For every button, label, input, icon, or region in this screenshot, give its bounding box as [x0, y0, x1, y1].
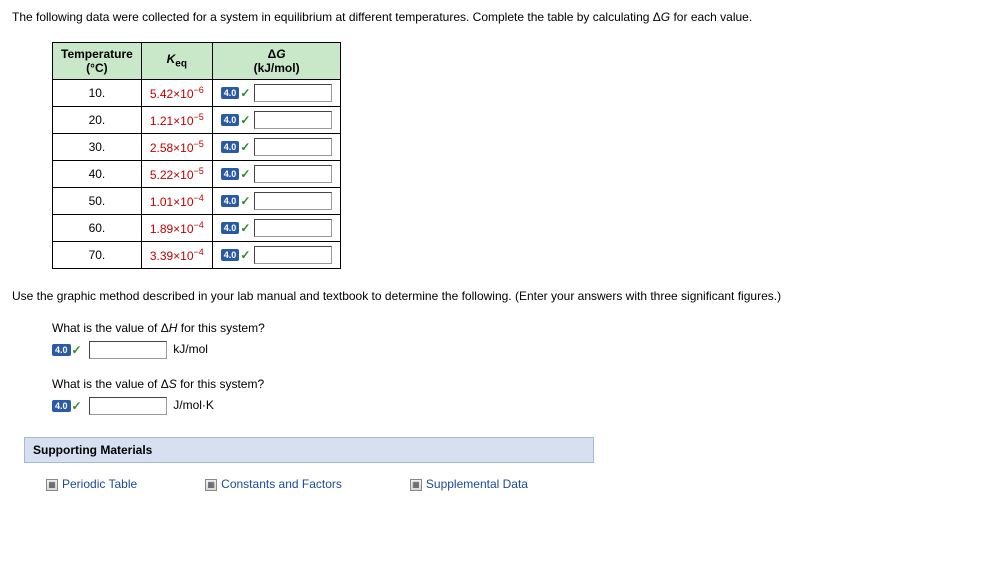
points-badge: 4.0: [221, 168, 240, 180]
points-badge: 4.0: [52, 400, 71, 412]
delta-g-cell: 4.0✓: [212, 134, 341, 161]
check-icon: ✓: [240, 140, 250, 154]
temp-cell: 20.: [53, 107, 142, 134]
instruction2-text: Use the graphic method described in your…: [12, 287, 983, 305]
delta-g-input[interactable]: [254, 84, 332, 102]
delta-g-cell: 4.0✓: [212, 215, 341, 242]
table-row: 30.2.58×10−54.0✓: [53, 134, 341, 161]
keq-cell: 3.39×10−4: [141, 242, 212, 269]
temp-cell: 10.: [53, 80, 142, 107]
check-icon: ✓: [240, 86, 250, 100]
check-icon: ✓: [240, 221, 250, 235]
check-icon: ✓: [240, 248, 250, 262]
keq-cell: 5.42×10−6: [141, 80, 212, 107]
supplemental-link[interactable]: ▦ Supplemental Data: [410, 477, 528, 491]
table-icon: ▦: [410, 479, 422, 491]
supporting-links: ▦ Periodic Table ▦ Constants and Factors…: [24, 463, 983, 505]
ds-input[interactable]: [89, 397, 167, 415]
header-delta-g: ΔG (kJ/mol): [212, 43, 341, 80]
table-icon: ▦: [205, 479, 217, 491]
keq-cell: 5.22×10−5: [141, 161, 212, 188]
question-ds: What is the value of ΔS for this system?…: [52, 377, 983, 415]
dh-input[interactable]: [89, 341, 167, 359]
header-keq: Keq: [141, 43, 212, 80]
check-icon: ✓: [240, 167, 250, 181]
temp-cell: 40.: [53, 161, 142, 188]
check-icon: ✓: [240, 113, 250, 127]
points-badge: 4.0: [221, 141, 240, 153]
dh-unit: kJ/mol: [173, 342, 208, 356]
delta-g-input[interactable]: [254, 219, 332, 237]
table-row: 70.3.39×10−44.0✓: [53, 242, 341, 269]
table-row: 10.5.42×10−64.0✓: [53, 80, 341, 107]
keq-cell: 1.21×10−5: [141, 107, 212, 134]
table-icon: ▦: [46, 479, 58, 491]
table-row: 40.5.22×10−54.0✓: [53, 161, 341, 188]
temp-cell: 70.: [53, 242, 142, 269]
delta-g-input[interactable]: [254, 246, 332, 264]
header-temperature: Temperature (°C): [53, 43, 142, 80]
delta-g-cell: 4.0✓: [212, 161, 341, 188]
check-icon: ✓: [240, 194, 250, 208]
points-badge: 4.0: [221, 222, 240, 234]
check-icon: ✓: [72, 343, 82, 357]
delta-g-cell: 4.0✓: [212, 242, 341, 269]
question-ds-prompt: What is the value of ΔS for this system?: [52, 377, 983, 391]
supporting-materials-header: Supporting Materials: [24, 437, 594, 463]
periodic-table-link[interactable]: ▦ Periodic Table: [46, 477, 137, 491]
points-badge: 4.0: [221, 114, 240, 126]
delta-g-cell: 4.0✓: [212, 107, 341, 134]
delta-g-input[interactable]: [254, 138, 332, 156]
delta-g-cell: 4.0✓: [212, 80, 341, 107]
points-badge: 4.0: [52, 344, 71, 356]
table-row: 20.1.21×10−54.0✓: [53, 107, 341, 134]
keq-cell: 1.01×10−4: [141, 188, 212, 215]
delta-g-input[interactable]: [254, 165, 332, 183]
table-row: 50.1.01×10−44.0✓: [53, 188, 341, 215]
constants-link[interactable]: ▦ Constants and Factors: [205, 477, 342, 491]
keq-cell: 1.89×10−4: [141, 215, 212, 242]
delta-g-cell: 4.0✓: [212, 188, 341, 215]
temp-cell: 50.: [53, 188, 142, 215]
question-dh-prompt: What is the value of ΔH for this system?: [52, 321, 983, 335]
ds-unit: J/mol·K: [173, 398, 214, 412]
keq-cell: 2.58×10−5: [141, 134, 212, 161]
points-badge: 4.0: [221, 195, 240, 207]
table-row: 60.1.89×10−44.0✓: [53, 215, 341, 242]
temp-cell: 60.: [53, 215, 142, 242]
points-badge: 4.0: [221, 87, 240, 99]
question-dh: What is the value of ΔH for this system?…: [52, 321, 983, 359]
data-table: Temperature (°C) Keq ΔG (kJ/mol) 10.5.42…: [52, 42, 341, 269]
instruction-text: The following data were collected for a …: [12, 8, 983, 26]
delta-g-input[interactable]: [254, 111, 332, 129]
points-badge: 4.0: [221, 249, 240, 261]
delta-g-input[interactable]: [254, 192, 332, 210]
check-icon: ✓: [72, 399, 82, 413]
temp-cell: 30.: [53, 134, 142, 161]
